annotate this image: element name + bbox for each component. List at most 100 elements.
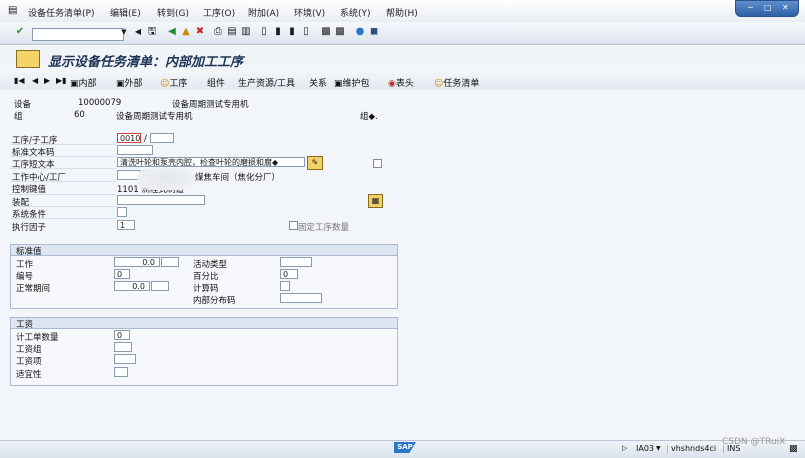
watermark: CSDN @TRuiX <box>722 437 786 447</box>
menu-task-list[interactable]: 设备任务清单(P) <box>28 6 94 19</box>
next-page-icon[interactable]: ▮ <box>286 26 298 38</box>
exit-icon[interactable]: ▲ <box>180 26 192 38</box>
find-next-icon[interactable]: ▥ <box>240 26 252 38</box>
find-icon[interactable]: ▤ <box>226 26 238 38</box>
internal-distribution-field[interactable] <box>280 293 322 303</box>
save-icon[interactable]: 🖫 <box>146 26 158 38</box>
normal-duration-field[interactable]: 0.0 <box>114 281 150 291</box>
system-dropdown-icon[interactable]: ▼ <box>656 445 661 452</box>
row-divider <box>10 144 116 145</box>
header-button[interactable]: ◉表头 <box>388 76 414 89</box>
previous-record-icon[interactable]: ◀ <box>32 76 38 85</box>
header-icon: ◉ <box>388 79 396 89</box>
fixed-quantity-checkbox[interactable] <box>289 221 298 230</box>
menu-operation[interactable]: 工序(O) <box>203 6 235 19</box>
first-record-icon[interactable]: ▮◀ <box>14 76 25 85</box>
shortcut-icon[interactable]: ▩ <box>334 26 346 38</box>
activity-type-field[interactable] <box>280 257 312 267</box>
number-label: 编号 <box>16 272 34 282</box>
command-dropdown-icon[interactable]: ▼ <box>118 26 130 38</box>
external-button[interactable]: ▣外部 <box>116 76 143 89</box>
task-person-icon: ☺ <box>434 79 444 89</box>
task-list-button[interactable]: ☺任务清单 <box>434 76 479 89</box>
enter-icon[interactable]: ✔ <box>14 26 26 38</box>
percent-label: 百分比 <box>193 272 219 282</box>
status-toggle-icon[interactable]: ▷ <box>622 444 627 452</box>
wage-type-label: 工资项 <box>16 357 42 367</box>
operation-button[interactable]: ☺工序 <box>160 76 187 89</box>
wage-group-field[interactable] <box>114 342 132 352</box>
system-menu-icon[interactable]: ▤ <box>8 5 17 16</box>
sub-operation-field[interactable] <box>150 133 174 143</box>
status-separator: | <box>666 444 669 453</box>
short-text-field[interactable]: 清洗叶轮和泵壳内腔，检查叶轮的磨损和腐◆ <box>117 157 305 167</box>
help-icon[interactable]: ● <box>354 26 366 38</box>
number-field[interactable]: 0 <box>114 269 130 279</box>
internal-button[interactable]: ▣内部 <box>70 76 97 89</box>
print-icon[interactable]: ⎙ <box>212 26 224 38</box>
row-divider <box>10 194 116 195</box>
package-icon: ▣ <box>334 79 343 89</box>
standard-text-field[interactable] <box>117 145 153 155</box>
work-field[interactable]: 0.0 <box>114 257 160 267</box>
operation-separator: / <box>144 134 147 144</box>
menu-environment[interactable]: 环境(V) <box>294 6 325 19</box>
wage-group-label: 工资组 <box>16 345 42 355</box>
relation-button[interactable]: 关系 <box>309 76 327 89</box>
last-record-icon[interactable]: ▶▮ <box>56 76 67 85</box>
back-icon[interactable]: ◀ <box>166 26 178 38</box>
maint-package-button[interactable]: ▣维护包 <box>334 76 370 89</box>
person-icon: ☺ <box>160 79 170 89</box>
command-field[interactable] <box>32 28 124 41</box>
lock-icon: ▩ <box>789 444 798 454</box>
redacted-area <box>137 168 195 190</box>
menu-help[interactable]: 帮助(H) <box>386 6 418 19</box>
equipment-value: 10000079 <box>78 98 122 108</box>
menu-edit[interactable]: 编辑(E) <box>110 6 141 19</box>
cancel-icon[interactable]: ✖ <box>194 26 206 38</box>
first-page-icon[interactable]: ▯ <box>258 26 270 38</box>
row-divider <box>10 206 116 207</box>
close-icon[interactable]: ✕ <box>782 3 789 12</box>
work-unit-field[interactable] <box>161 257 179 267</box>
page-title: 显示设备任务清单：内部加工工序 <box>48 55 244 70</box>
new-session-icon[interactable]: ▩ <box>320 26 332 38</box>
last-page-icon[interactable]: ▯ <box>300 26 312 38</box>
wage-type-field[interactable] <box>114 354 136 364</box>
minimize-icon[interactable]: ─ <box>748 3 753 12</box>
component-button[interactable]: 组件 <box>207 76 225 89</box>
menu-system[interactable]: 系统(Y) <box>340 6 371 19</box>
duration-unit-field[interactable] <box>151 281 169 291</box>
group-counter: 组◆. <box>360 112 378 122</box>
group-label: 组 <box>14 112 23 122</box>
row-divider <box>10 156 116 157</box>
assembly-field[interactable] <box>117 195 205 205</box>
menu-extras[interactable]: 附加(A) <box>248 6 279 19</box>
system-condition-field[interactable] <box>117 207 127 217</box>
row-divider <box>10 218 116 219</box>
calculation-key-field[interactable] <box>280 281 290 291</box>
row-divider <box>10 181 116 182</box>
next-record-icon[interactable]: ▶ <box>44 76 50 85</box>
group-description: 设备周期测试专用机 <box>116 112 193 122</box>
menu-goto[interactable]: 转到(G) <box>157 6 189 19</box>
execution-factor-label: 执行因子 <box>12 223 47 233</box>
layout-menu-icon[interactable]: ◼ <box>368 26 380 38</box>
activity-type-label: 活动类型 <box>193 260 228 270</box>
operation-field[interactable]: 0010 <box>117 133 141 143</box>
transaction-icon <box>16 50 40 68</box>
work-center-description: 煤焦车间（焦化分厂） <box>195 173 281 183</box>
piece-quantity-field[interactable]: 0 <box>114 330 130 340</box>
execution-factor-field[interactable]: 1 <box>117 220 135 230</box>
structure-icon[interactable]: ▦ <box>368 194 383 208</box>
long-text-icon[interactable]: ✎ <box>307 156 323 170</box>
percent-field[interactable]: 0 <box>280 269 298 279</box>
history-icon[interactable]: ◀ <box>132 26 144 38</box>
internal-distribution-label: 内部分布码 <box>193 296 236 306</box>
suitability-field[interactable] <box>114 367 128 377</box>
window-controls: ─ □ ✕ <box>735 0 799 17</box>
maximize-icon[interactable]: □ <box>764 3 772 12</box>
long-text-checkbox[interactable] <box>373 159 382 168</box>
previous-page-icon[interactable]: ▮ <box>272 26 284 38</box>
prt-button[interactable]: 生产资源/工具 <box>238 76 295 89</box>
